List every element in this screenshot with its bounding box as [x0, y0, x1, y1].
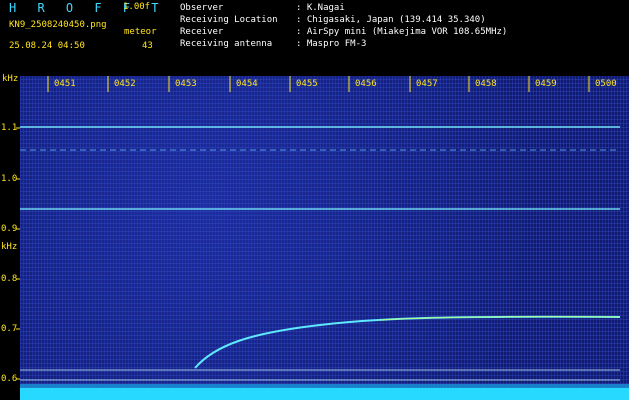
noise-floor-band	[20, 388, 629, 400]
noise-floor-band-top	[20, 384, 629, 388]
spectrogram-overlay	[16, 76, 629, 400]
meteor-echo-trace	[194, 315, 621, 369]
meteor-echo-core	[379, 316, 621, 321]
